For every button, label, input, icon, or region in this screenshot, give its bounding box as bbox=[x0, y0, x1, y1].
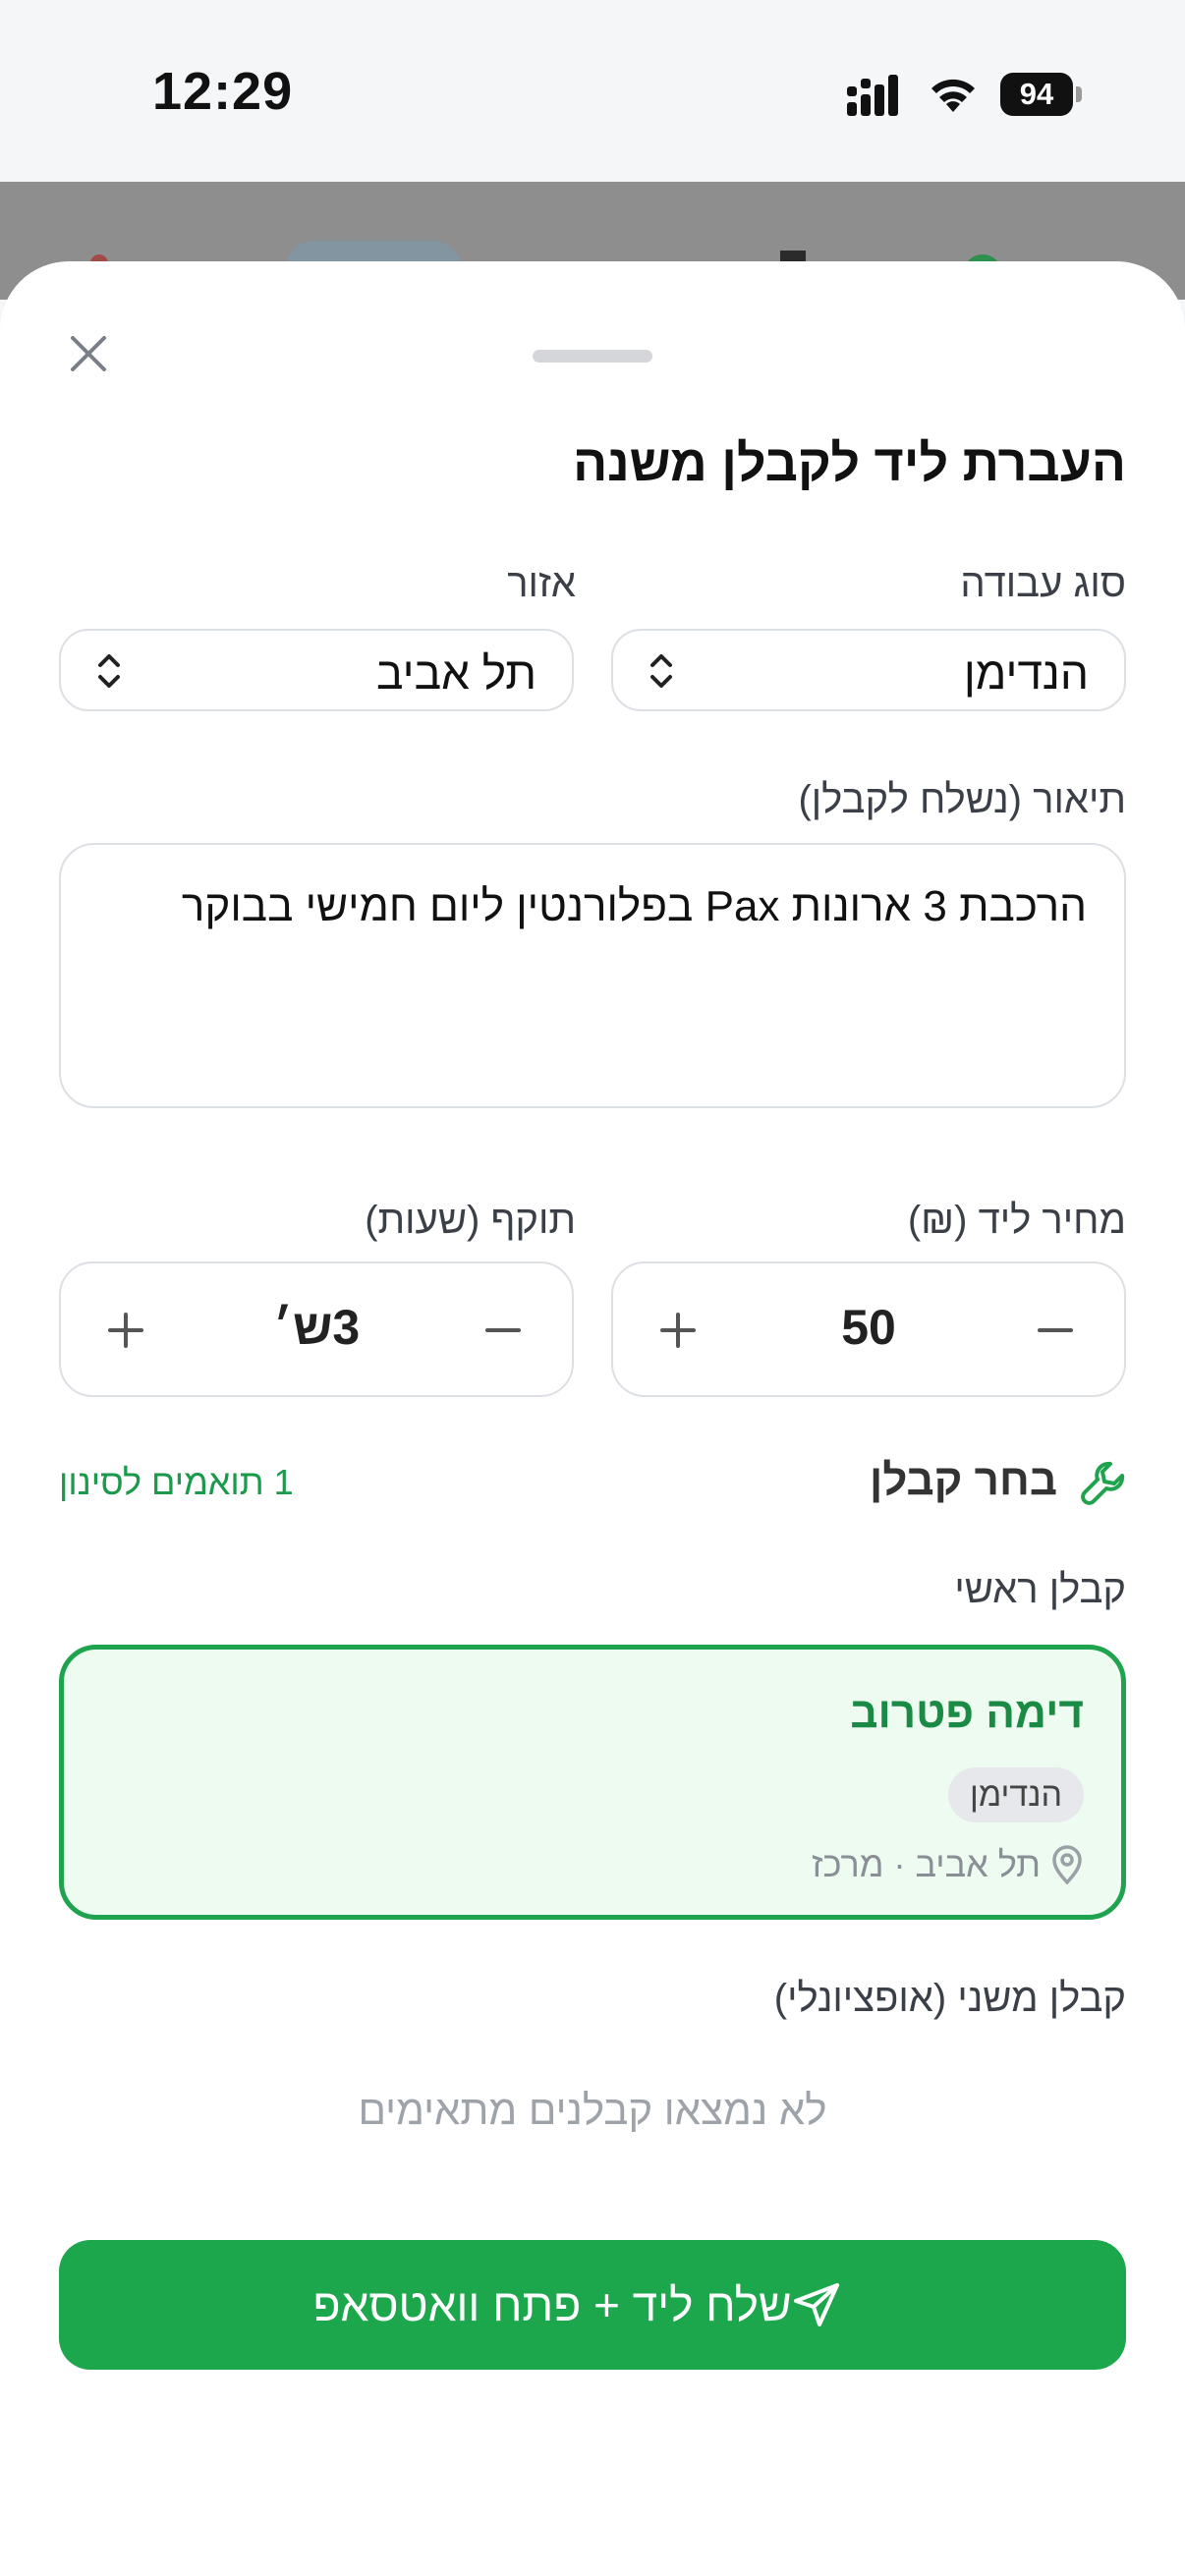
area-select[interactable]: תל אביב bbox=[59, 629, 574, 711]
contractor-location-text: תל אביב · מרכז bbox=[812, 1844, 1041, 1884]
matches-count: 1 תואמים לסינון bbox=[59, 1462, 294, 1502]
contractor-name: דימה פטרוב bbox=[850, 1689, 1084, 1737]
chevron-updown-icon bbox=[650, 654, 672, 688]
contractor-trade-badge: הנדימן bbox=[948, 1767, 1084, 1822]
wifi-icon bbox=[931, 79, 975, 112]
area-label: אזור bbox=[507, 562, 576, 605]
battery-icon: 94 bbox=[1000, 73, 1083, 116]
area-value: תל אביב bbox=[376, 647, 536, 699]
lead-transfer-sheet: העברת ליד לקבלן משנה סוג עבודה אזור הנדי… bbox=[0, 261, 1185, 2576]
sheet-title: העברת ליד לקבלן משנה bbox=[573, 435, 1126, 492]
lead-price-stepper: 50 bbox=[611, 1261, 1126, 1397]
lead-price-label: מחיר ליד (₪) bbox=[907, 1199, 1126, 1242]
contractor-location: תל אביב · מרכז bbox=[812, 1844, 1084, 1887]
send-lead-label: שלח ליד + פתח וואטסאפ bbox=[312, 2279, 792, 2330]
status-time: 12:29 bbox=[152, 62, 294, 121]
choose-contractor-label: בחר קבלן bbox=[869, 1456, 1057, 1504]
lead-price-increment-button[interactable] bbox=[649, 1301, 707, 1360]
job-type-select[interactable]: הנדימן bbox=[611, 629, 1126, 711]
close-button[interactable] bbox=[59, 324, 118, 383]
description-textarea[interactable]: הרכבת 3 ארונות Pax בפלורנטין ליום חמישי … bbox=[59, 843, 1126, 1108]
job-type-value: הנדימן bbox=[963, 647, 1089, 699]
validity-increment-button[interactable] bbox=[96, 1301, 155, 1360]
description-label: תיאור (נשלח לקבלן) bbox=[798, 778, 1126, 821]
choose-contractor-row: בחר קבלן 1 תואמים לסינון bbox=[59, 1450, 1126, 1519]
job-type-label: סוג עבודה bbox=[960, 562, 1126, 605]
sheet-grabber[interactable] bbox=[533, 350, 652, 363]
status-bar: 12:29 94 bbox=[0, 0, 1185, 182]
validity-stepper: 3ש׳ bbox=[59, 1261, 574, 1397]
close-icon bbox=[71, 336, 106, 371]
send-icon bbox=[793, 2283, 839, 2326]
location-pin-icon bbox=[1052, 1845, 1082, 1884]
wrench-icon bbox=[1081, 1461, 1125, 1505]
cellular-signal-icon bbox=[847, 75, 898, 116]
contractor-card[interactable]: דימה פטרוב הנדימן תל אביב · מרכז bbox=[59, 1645, 1126, 1920]
validity-label: תוקף (שעות) bbox=[365, 1199, 576, 1242]
battery-level: 94 bbox=[1000, 73, 1073, 116]
plus-icon bbox=[660, 1313, 696, 1348]
description-value: הרכבת 3 ארונות Pax בפלורנטין ליום חמישי … bbox=[181, 882, 1087, 930]
send-lead-button[interactable]: שלח ליד + פתח וואטסאפ bbox=[59, 2240, 1126, 2370]
secondary-contractor-label: קבלן משני (אופציונלי) bbox=[773, 1977, 1126, 2020]
plus-icon bbox=[108, 1313, 143, 1348]
main-contractor-label: קבלן ראשי bbox=[954, 1568, 1126, 1611]
chevron-updown-icon bbox=[98, 654, 120, 688]
no-contractors-message: לא נמצאו קבלנים מתאימים bbox=[358, 2087, 827, 2133]
